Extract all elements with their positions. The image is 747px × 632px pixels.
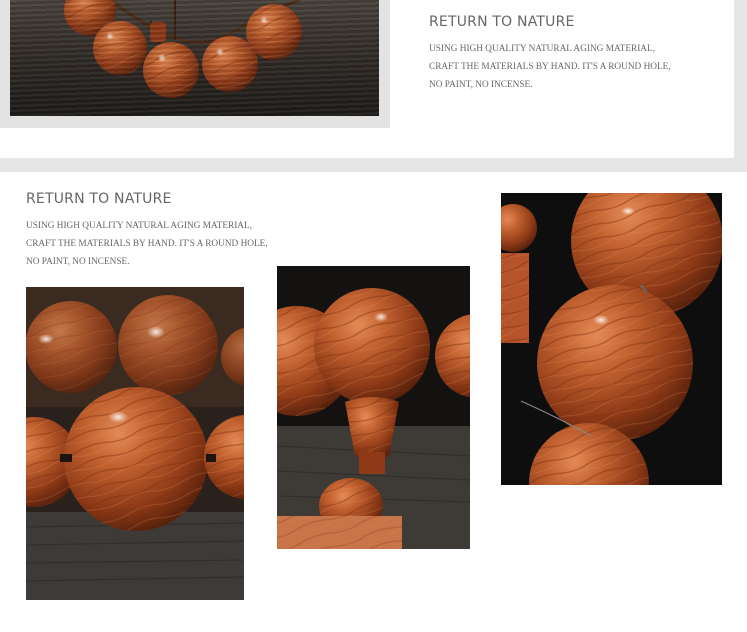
top-description-line: NO PAINT, NO INCENSE. xyxy=(429,80,533,90)
main-description: USING HIGH QUALITY NATURAL AGING MATERIA… xyxy=(26,217,268,271)
main-description-line: CRAFT THE MATERIALS BY HAND. IT'S A ROUN… xyxy=(26,239,268,249)
bead-row-closeup-photo xyxy=(26,287,244,600)
top-description-line: USING HIGH QUALITY NATURAL AGING MATERIA… xyxy=(429,44,656,54)
main-heading: RETURN TO NATURE xyxy=(26,191,172,207)
main-description-line: NO PAINT, NO INCENSE. xyxy=(26,257,130,267)
top-bead-bracelet-photo xyxy=(10,0,379,116)
top-section-card: RETURN TO NATURE USING HIGH QUALITY NATU… xyxy=(0,0,734,158)
bead-strand-dark-photo xyxy=(501,193,722,485)
top-description-line: CRAFT THE MATERIALS BY HAND. IT'S A ROUN… xyxy=(429,62,671,72)
main-description-line: USING HIGH QUALITY NATURAL AGING MATERIA… xyxy=(26,221,253,231)
top-description: USING HIGH QUALITY NATURAL AGING MATERIA… xyxy=(429,40,671,94)
guru-bead-photo xyxy=(277,266,470,549)
top-heading: RETURN TO NATURE xyxy=(429,14,575,30)
